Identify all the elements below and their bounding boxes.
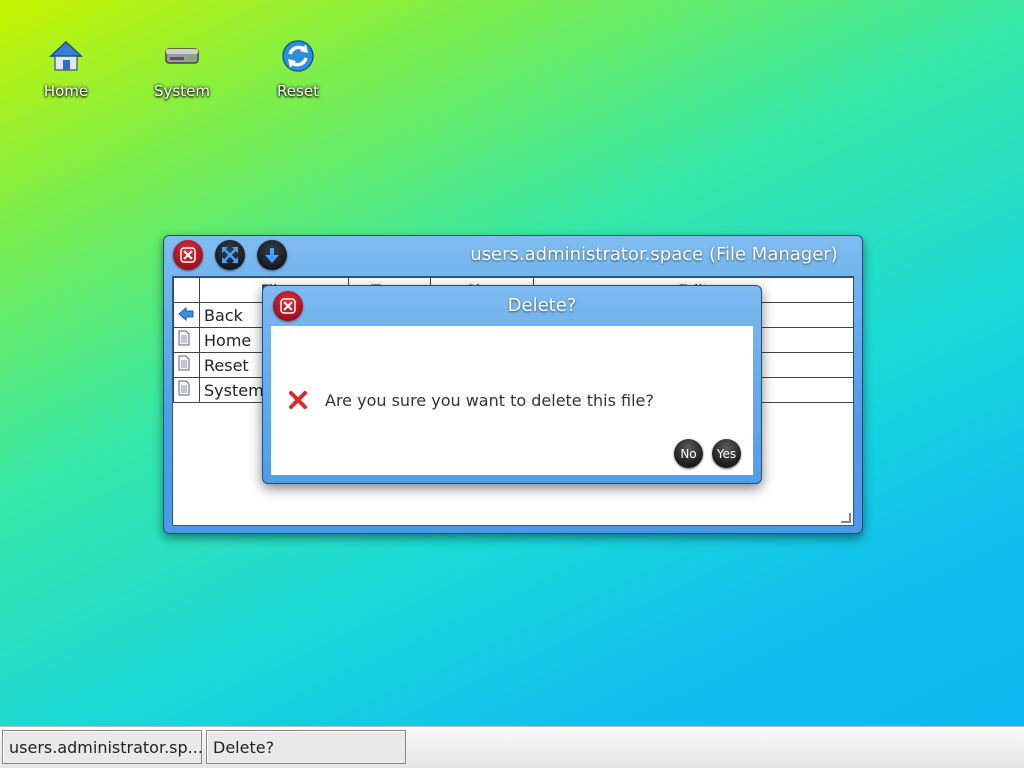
document-icon: [173, 377, 200, 403]
delete-dialog[interactable]: Delete? Are you sure you want to delete …: [262, 285, 762, 484]
maximize-icon: [222, 247, 238, 263]
window-maximize-button[interactable]: [215, 240, 245, 270]
drive-icon: [162, 36, 202, 76]
error-x-icon: [289, 391, 307, 409]
dialog-title: Delete?: [507, 295, 577, 316]
desktop-icon-reset[interactable]: Reset: [253, 36, 343, 100]
taskbar-item-delete-dialog[interactable]: Delete?: [206, 730, 406, 764]
dialog-message: Are you sure you want to delete this fil…: [325, 391, 654, 410]
resize-grip[interactable]: [841, 513, 851, 523]
desktop-icon-label: Reset: [277, 82, 319, 100]
window-minimize-button[interactable]: [257, 240, 287, 270]
home-icon: [46, 36, 86, 76]
window-close-button[interactable]: [173, 240, 203, 270]
taskbar-item-file-manager[interactable]: users.administrator.sp...: [2, 730, 202, 764]
desktop-icon-label: Home: [43, 82, 89, 100]
window-title: users.administrator.space (File Manager): [470, 244, 838, 265]
minimize-icon: [265, 248, 279, 263]
desktop-icon-label: System: [154, 82, 210, 100]
yes-button[interactable]: Yes: [712, 439, 741, 468]
refresh-icon: [278, 36, 318, 76]
close-icon: [180, 247, 196, 263]
desktop-icon-system[interactable]: System: [137, 36, 227, 100]
desktop-icon-home[interactable]: Home: [21, 36, 111, 100]
taskbar: users.administrator.sp... Delete?: [0, 726, 1024, 768]
close-icon: [280, 298, 296, 314]
no-button[interactable]: No: [674, 439, 703, 468]
document-icon: [173, 352, 200, 378]
dialog-close-button[interactable]: [273, 291, 303, 321]
back-arrow-icon: [173, 302, 200, 328]
icon-column-header: [173, 277, 200, 303]
dialog-body: Are you sure you want to delete this fil…: [271, 326, 753, 475]
document-icon: [173, 327, 200, 353]
